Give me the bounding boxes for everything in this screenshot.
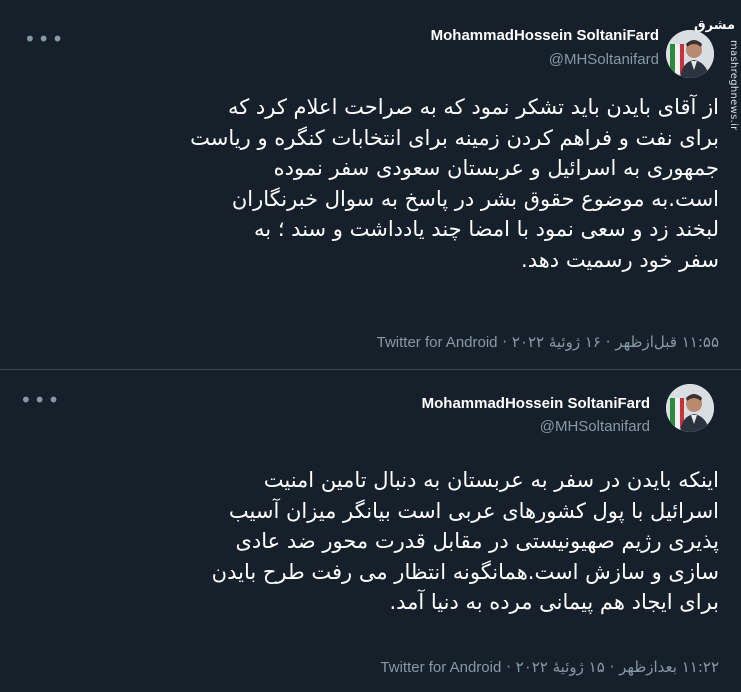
avatar-image bbox=[666, 384, 714, 432]
separator-dot: · bbox=[506, 658, 511, 676]
tweet-meta: ۱۱:۲۲ بعدازظهر · ۱۵ ژوئیهٔ ۲۰۲۲ · Twitte… bbox=[380, 658, 719, 676]
author-handle[interactable]: @MHSoltanifard bbox=[540, 418, 650, 435]
tweet-text: از آقای بایدن باید تشکر نمود که به صراحت… bbox=[190, 95, 719, 272]
tweet-date[interactable]: ۱۵ ژوئیهٔ ۲۰۲۲ bbox=[516, 658, 605, 676]
tweet-meta: ۱۱:۵۵ قبل‌ازظهر · ۱۶ ژوئیهٔ ۲۰۲۲ · Twitt… bbox=[377, 333, 719, 351]
tweet[interactable]: ••• MohammadHossein SoltaniFard @MHSolta… bbox=[0, 0, 741, 370]
tweet[interactable]: ••• MohammadHossein SoltaniFard @MHSolta… bbox=[0, 371, 741, 692]
more-horizontal-icon[interactable]: ••• bbox=[24, 29, 65, 49]
author-name[interactable]: MohammadHossein SoltaniFard bbox=[431, 27, 659, 44]
tweet-source[interactable]: Twitter for Android bbox=[380, 659, 501, 676]
tweet-source[interactable]: Twitter for Android bbox=[377, 334, 498, 351]
tweet-time[interactable]: ۱۱:۵۵ قبل‌ازظهر bbox=[615, 333, 719, 351]
author-handle[interactable]: @MHSoltanifard bbox=[549, 51, 659, 68]
tweet-time[interactable]: ۱۱:۲۲ بعدازظهر bbox=[619, 658, 719, 676]
tweet-date[interactable]: ۱۶ ژوئیهٔ ۲۰۲۲ bbox=[512, 333, 601, 351]
separator-dot: · bbox=[605, 333, 611, 351]
avatar[interactable] bbox=[666, 30, 714, 78]
separator-dot: · bbox=[502, 333, 508, 351]
author-name[interactable]: MohammadHossein SoltaniFard bbox=[422, 395, 650, 412]
avatar[interactable] bbox=[666, 384, 714, 432]
avatar-image bbox=[666, 30, 714, 78]
tweet-text: اینکه بایدن در سفر به عربستان به دنبال ت… bbox=[211, 468, 719, 614]
divider bbox=[0, 369, 741, 370]
more-horizontal-icon[interactable]: ••• bbox=[20, 390, 61, 410]
separator-dot: · bbox=[609, 658, 615, 676]
